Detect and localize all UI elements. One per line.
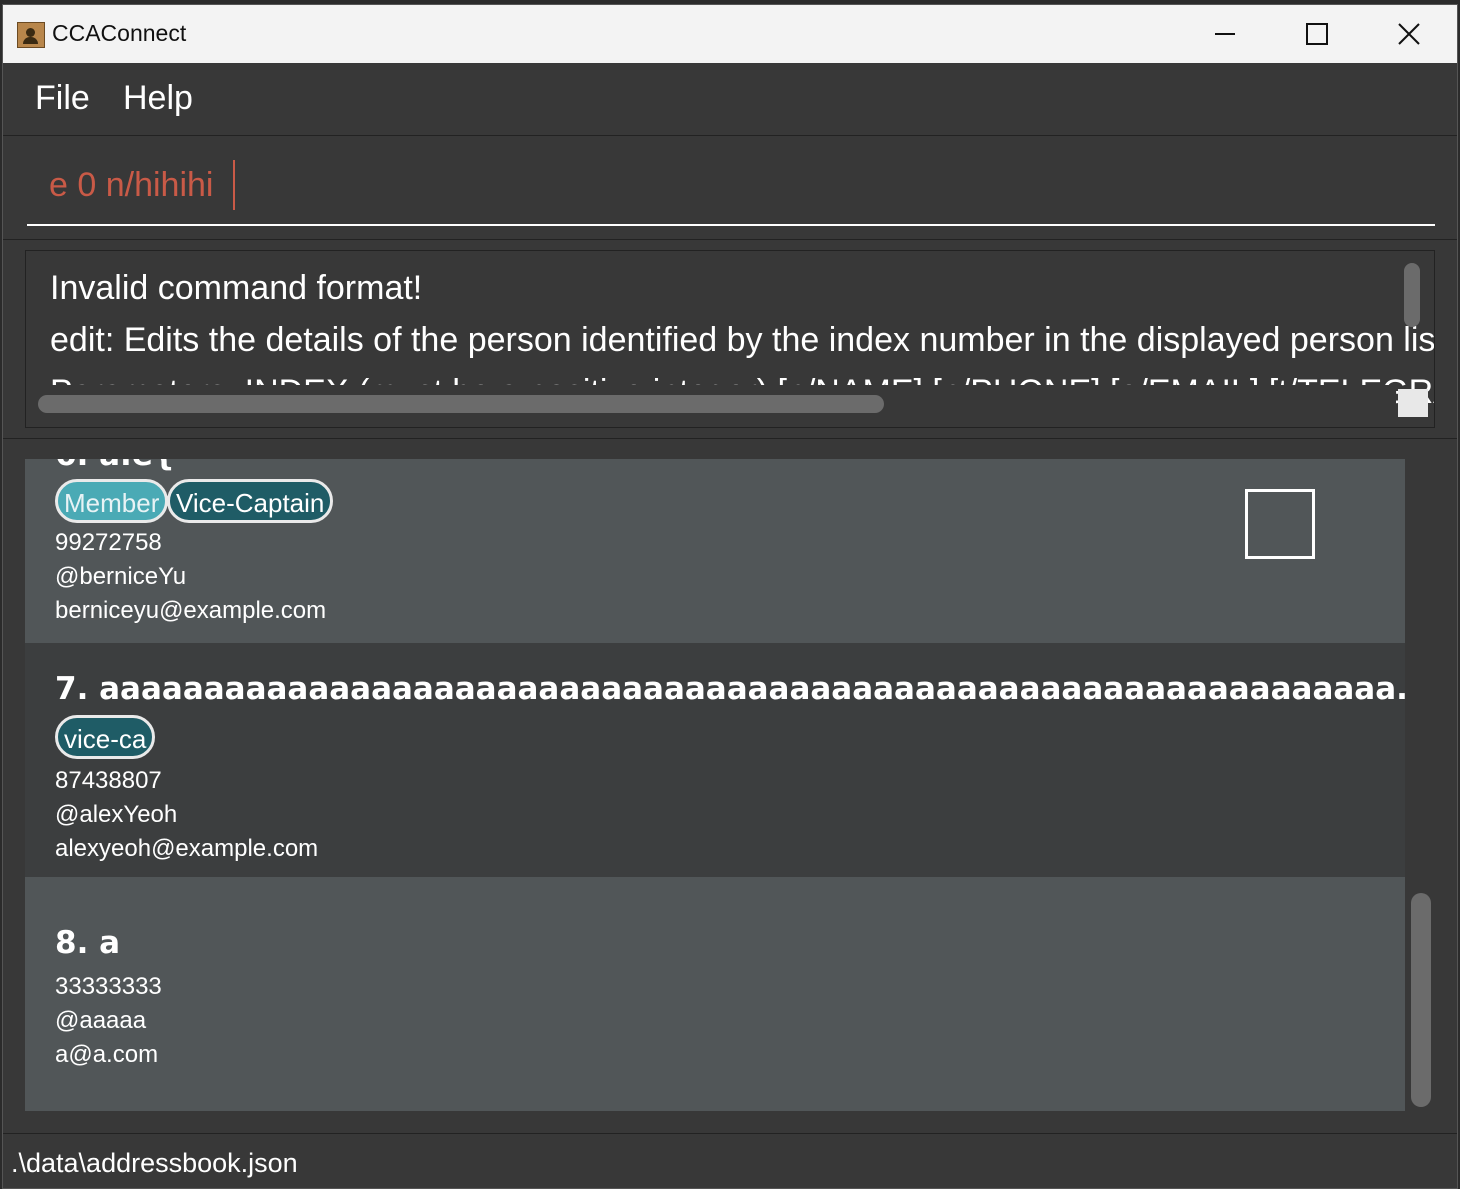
person-card[interactable]: 7. aaaaaaaaaaaaaaaaaaaaaaaaaaaaaaaaaaaaa… [25, 643, 1405, 877]
close-button[interactable] [1363, 5, 1455, 63]
person-name: 6. a.e{ [55, 459, 175, 473]
list-scrollbar[interactable] [1411, 893, 1431, 1107]
maximize-button[interactable] [1271, 5, 1363, 63]
person-card[interactable]: 6. a.e{ Member Vice-Captain 99272758 @be… [25, 459, 1405, 643]
person-email: a@a.com [55, 1041, 159, 1068]
vertical-scrollbar[interactable] [1404, 263, 1420, 327]
person-name: 7. aaaaaaaaaaaaaaaaaaaaaaaaaaaaaaaaaaaaa… [55, 671, 1405, 707]
maximize-icon [1306, 23, 1328, 45]
person-card[interactable]: 8. a 33333333 @aaaaa a@a.com [25, 877, 1405, 1111]
minimize-icon [1215, 33, 1235, 35]
tag-badge: vice-ca [55, 715, 156, 759]
person-telegram: @berniceYu [55, 563, 187, 590]
command-input-text: e 0 n/hihihi [49, 166, 214, 204]
person-phone: 99272758 [55, 529, 162, 556]
result-display-panel: Invalid command format! edit: Edits the … [3, 239, 1457, 439]
result-line: edit: Edits the details of the person id… [50, 321, 1435, 359]
title-bar: CCAConnect [3, 5, 1457, 63]
person-list: 6. a.e{ Member Vice-Captain 99272758 @be… [3, 439, 1457, 1133]
app-window: CCAConnect File Help e 0 n/hihihi Invali… [2, 4, 1458, 1189]
menu-help[interactable]: Help [123, 79, 193, 118]
person-telegram: @aaaaa [55, 1007, 147, 1034]
text-caret [233, 160, 235, 210]
result-display[interactable]: Invalid command format! edit: Edits the … [25, 250, 1435, 428]
tag-badge: Vice-Captain [167, 479, 334, 523]
status-file-path: .\data\addressbook.json [11, 1148, 298, 1178]
person-telegram: @alexYeoh [55, 801, 178, 828]
horizontal-scrollbar[interactable] [38, 395, 884, 413]
command-input[interactable]: e 0 n/hihihi [27, 136, 1435, 226]
select-checkbox[interactable] [1245, 489, 1315, 559]
close-icon [1398, 23, 1420, 45]
scroll-corner [1398, 389, 1428, 417]
person-name: 8. a [55, 925, 121, 961]
command-box: e 0 n/hihihi [3, 135, 1457, 240]
menu-bar: File Help [3, 63, 1457, 135]
window-title: CCAConnect [52, 20, 187, 46]
person-phone: 33333333 [55, 973, 162, 1000]
app-icon [17, 22, 45, 48]
person-email: berniceyu@example.com [55, 597, 327, 624]
person-phone: 87438807 [55, 767, 162, 794]
minimize-button[interactable] [1179, 5, 1271, 63]
tag-badge: Member [55, 479, 169, 523]
status-bar: .\data\addressbook.json [3, 1133, 1457, 1188]
menu-file[interactable]: File [35, 79, 90, 118]
result-line: Invalid command format! [50, 269, 423, 307]
person-email: alexyeoh@example.com [55, 835, 319, 862]
